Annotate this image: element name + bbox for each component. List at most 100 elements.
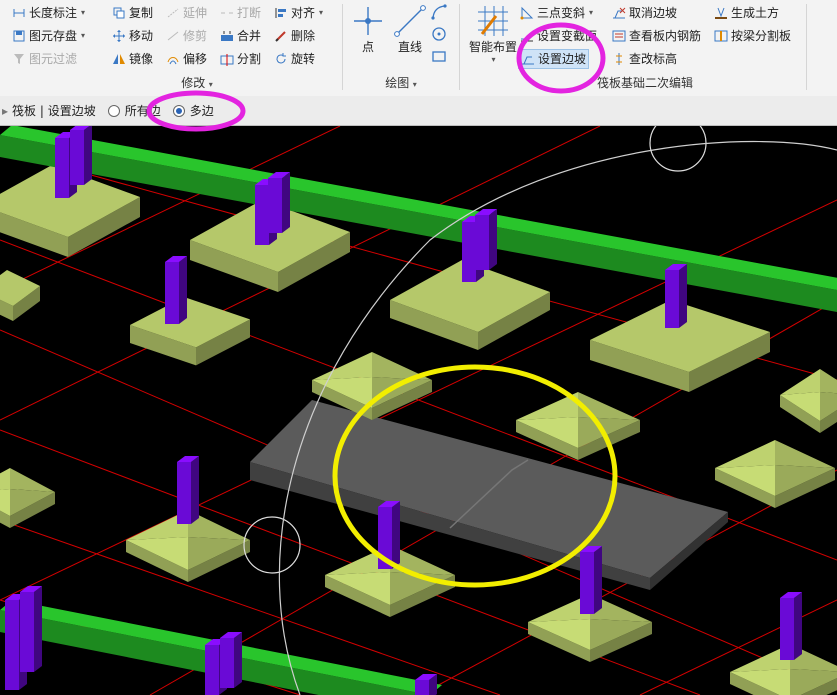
option-all-edges-radio[interactable] [107, 104, 120, 117]
merge-label: 合并 [237, 29, 262, 43]
line-label: 直线 [397, 40, 422, 54]
circle-icon[interactable] [431, 26, 447, 42]
3d-viewport[interactable] [0, 126, 837, 695]
column-front [255, 185, 269, 245]
three-point-slope-icon [520, 6, 534, 20]
split-button[interactable]: 分割 [218, 49, 263, 69]
column-side [794, 592, 802, 660]
move-button[interactable]: 移动 [110, 26, 155, 46]
column-side [679, 264, 687, 328]
smart-layout-button[interactable]: 智能布置 ▾ [464, 4, 522, 64]
variable-section-button[interactable]: 设置变截面 [518, 26, 599, 46]
ribbon-toolbar: 修改 ▾ 长度标注 ▾ 图元存盘 ▾ 图元过滤 复制 移动 镜像 延伸 修剪 偏移 打断 合并 分割 对齐 ▾… [0, 0, 837, 97]
pyramid-footing-face [312, 352, 372, 380]
copy-button[interactable]: 复制 [110, 3, 155, 23]
earthwork-label: 生成土方 [731, 6, 780, 20]
copy-label: 复制 [129, 6, 154, 20]
extend-button[interactable]: 延伸 [164, 3, 209, 23]
line-button[interactable]: 直线 [393, 4, 427, 55]
edit-elevation-button[interactable]: 查改标高 [610, 49, 679, 69]
align-button[interactable]: 对齐 ▾ [272, 3, 325, 23]
smart-layout-label: 智能布置 [468, 40, 517, 54]
filter-icon [14, 54, 24, 64]
extend-label: 延伸 [183, 6, 208, 20]
break-icon [221, 12, 233, 14]
pyramid-footing-face [820, 369, 837, 394]
merge-button[interactable]: 合并 [218, 26, 263, 46]
dropdown-caret-icon[interactable]: ▾ [81, 26, 85, 46]
breadcrumb: 筏板 | 设置边坡 [12, 104, 96, 118]
option-multi-edges[interactable]: 多边 [172, 102, 214, 119]
break-button[interactable]: 打断 [218, 3, 263, 23]
column-front [665, 270, 679, 328]
save-element-button[interactable]: 图元存盘 ▾ [10, 26, 87, 46]
column-side [34, 586, 42, 672]
rectangle-icon[interactable] [431, 48, 447, 64]
column-front [580, 552, 594, 614]
set-slope-icon [522, 56, 534, 65]
pyramid-footing-face [10, 468, 55, 492]
length-dimension-button[interactable]: 长度标注 ▾ [10, 3, 87, 23]
column-side [594, 546, 602, 614]
column-front [205, 645, 219, 695]
offset-label: 偏移 [183, 52, 208, 66]
view-rebar-icon [612, 30, 626, 42]
option-all-edges-label: 所有边 [124, 104, 161, 118]
point-label: 点 [361, 40, 374, 54]
line-icon [394, 5, 426, 37]
offset-button[interactable]: 偏移 [164, 49, 209, 69]
edit-group-title[interactable]: 修改 ▾ [150, 75, 244, 91]
view-rebar-button[interactable]: 查看板内钢筋 [610, 26, 703, 46]
three-point-slope-label: 三点变斜 [537, 6, 586, 20]
variable-section-label: 设置变截面 [537, 29, 598, 43]
draw-group-title[interactable]: 绘图 ▾ [343, 75, 459, 91]
point-button[interactable]: 点 [353, 4, 383, 55]
column-side [179, 256, 187, 324]
mirror-icon [113, 54, 125, 64]
delete-label: 删除 [291, 29, 316, 43]
arc-icon[interactable] [431, 4, 447, 20]
column-front [177, 462, 191, 524]
split-by-beam-button[interactable]: 按梁分割板 [712, 26, 793, 46]
column-front [55, 138, 69, 198]
move-label: 移动 [129, 29, 154, 43]
option-multi-edges-radio[interactable] [172, 104, 185, 117]
edit-elevation-icon [616, 53, 622, 65]
three-point-slope-button[interactable]: 三点变斜 ▾ [518, 3, 595, 23]
column-side [234, 632, 242, 688]
delete-button[interactable]: 删除 [272, 26, 317, 46]
pyramid-footing-face [775, 440, 835, 468]
trim-button[interactable]: 修剪 [164, 26, 209, 46]
split-icon [220, 54, 234, 66]
option-multi-edges-label: 多边 [189, 104, 214, 118]
option-all-edges[interactable]: 所有边 [107, 102, 161, 119]
dropdown-caret-icon[interactable]: ▾ [589, 3, 593, 23]
copy-icon [113, 7, 125, 19]
column-side [282, 172, 290, 233]
set-slope-button[interactable]: 设置边坡 [518, 49, 590, 69]
set-slope-label: 设置边坡 [538, 52, 587, 66]
pyramid-footing-face [0, 468, 10, 490]
pyramid-footing-face [715, 440, 775, 468]
view-rebar-label: 查看板内钢筋 [629, 29, 702, 43]
earthwork-button[interactable]: 生成土方 [712, 3, 781, 23]
mirror-button[interactable]: 镜像 [110, 49, 155, 69]
cancel-slope-button[interactable]: 取消边坡 [610, 3, 679, 23]
group-divider [806, 4, 807, 90]
mirror-label: 镜像 [129, 52, 154, 66]
rotate-button[interactable]: 旋转 [272, 49, 317, 69]
split-by-beam-icon [714, 30, 728, 42]
save-element-icon [13, 30, 25, 42]
length-dimension-label: 长度标注 [29, 6, 78, 20]
dropdown-caret-icon[interactable]: ▾ [81, 3, 85, 23]
trim-icon [167, 31, 179, 41]
trim-label: 修剪 [183, 29, 208, 43]
dropdown-caret-icon[interactable]: ▾ [319, 3, 323, 23]
column-side [84, 126, 92, 185]
smart-layout-icon [478, 6, 508, 36]
cancel-slope-label: 取消边坡 [629, 6, 678, 20]
bar-grip: ▸ [2, 103, 9, 118]
filter-button[interactable]: 图元过滤 [10, 49, 79, 69]
column-side [392, 501, 400, 569]
split-by-beam-label: 按梁分割板 [731, 29, 792, 43]
